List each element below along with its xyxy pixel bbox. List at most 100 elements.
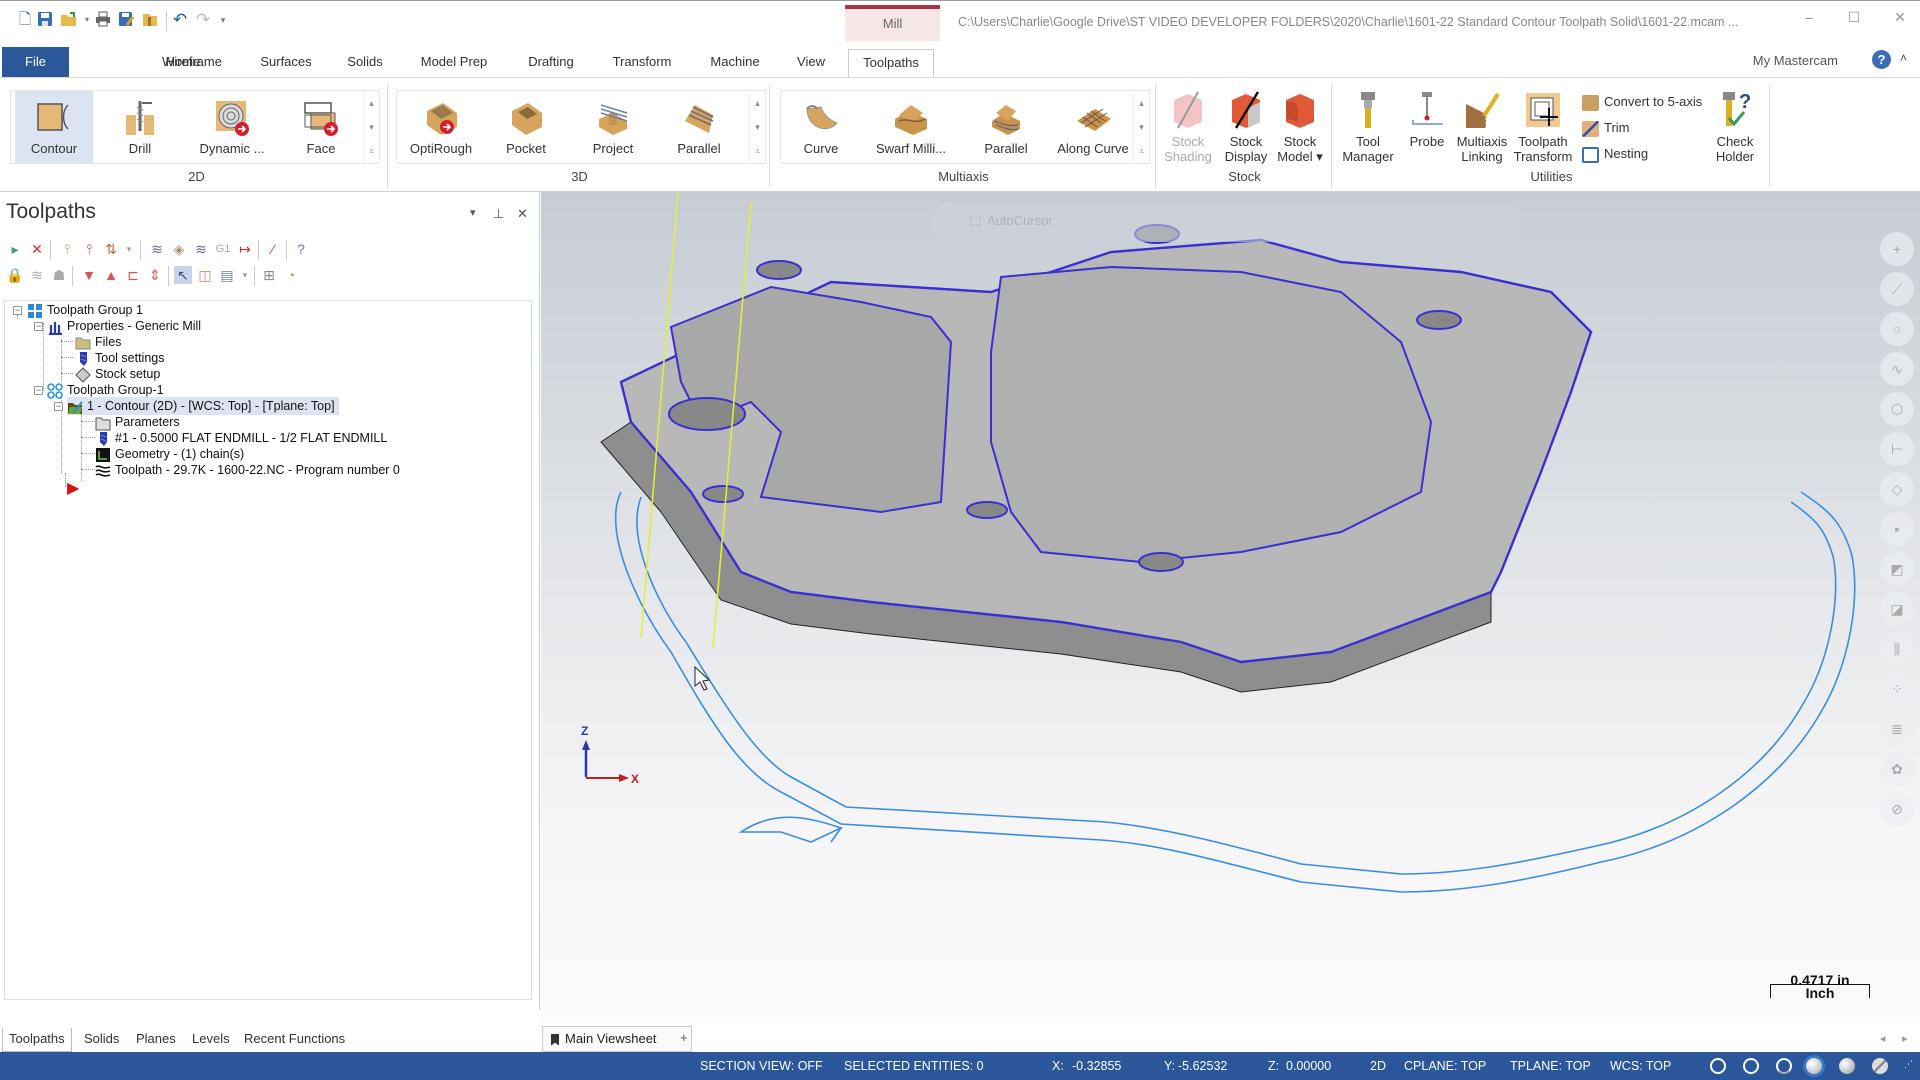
collapse-ribbon-icon[interactable]: ˄ xyxy=(1900,51,1907,65)
file-props-icon[interactable] xyxy=(141,11,159,29)
project-button[interactable]: Project xyxy=(573,91,653,163)
trim-button[interactable]: Trim xyxy=(1582,118,1630,138)
redo-icon[interactable]: ↷ xyxy=(194,11,212,29)
help-icon[interactable]: ? xyxy=(1872,50,1891,69)
backplot-icon[interactable]: ≋ xyxy=(148,240,166,258)
scroll-to-insert-icon[interactable]: ⇕ xyxy=(146,266,164,284)
gallery-multiaxis-scroll[interactable]: ▴ ▾ ⩡ xyxy=(1133,91,1149,163)
tab-recent-functions[interactable]: Recent Functions xyxy=(238,1028,351,1052)
mask-group-icon[interactable]: ◩ xyxy=(1880,552,1914,586)
collapse-toggle[interactable]: − xyxy=(13,306,22,315)
tab-surfaces[interactable]: Surfaces xyxy=(252,49,320,77)
mask-levels-icon[interactable]: ≣ xyxy=(1880,712,1914,746)
mask-solid-icon[interactable]: ◇ xyxy=(1880,472,1914,506)
mask-stock-icon[interactable]: ▪ xyxy=(1880,512,1914,546)
gallery-2d-scroll[interactable]: ▴ ▾ ⩡ xyxy=(363,91,379,163)
parallel-3d-button[interactable]: Parallel xyxy=(659,91,739,163)
clear-mask-icon[interactable]: ⊘ xyxy=(1880,792,1914,826)
mill-context-tab[interactable]: Mill xyxy=(845,5,940,41)
along-curve-button[interactable]: Along Curve xyxy=(1051,91,1135,163)
mask-spline-icon[interactable]: ∿ xyxy=(1880,352,1914,386)
scroll-up-icon[interactable]: ▴ xyxy=(1134,91,1149,115)
add-viewsheet-button[interactable]: + xyxy=(680,1030,688,1045)
tab-levels-manager[interactable]: Levels xyxy=(186,1028,236,1052)
mask-annotation-icon[interactable]: ⫼ xyxy=(1880,632,1914,666)
toolpath-editor-icon[interactable]: ⁄ xyxy=(264,240,282,258)
toolpath-transform-button[interactable]: Toolpath Transform xyxy=(1512,90,1574,164)
wireframe-view-icon[interactable] xyxy=(1710,1058,1726,1074)
expand-gallery-icon[interactable]: ⩡ xyxy=(364,139,379,163)
tab-drafting[interactable]: Drafting xyxy=(518,49,584,77)
my-mastercam-link[interactable]: My Mastercam xyxy=(1753,53,1838,68)
tab-planes-manager[interactable]: Planes xyxy=(130,1028,182,1052)
undo-icon[interactable]: ↶ xyxy=(171,11,189,29)
expand-gallery-icon[interactable]: ⩡ xyxy=(1134,139,1149,163)
maximize-button[interactable]: ☐ xyxy=(1842,9,1866,29)
toggle-display-icon[interactable]: ≋ xyxy=(28,266,46,284)
tab-toolpaths-manager[interactable]: Toolpaths xyxy=(2,1028,72,1052)
stock-properties-icon[interactable]: ◔ xyxy=(282,266,300,284)
tab-machine[interactable]: Machine xyxy=(700,49,770,77)
customize-icon[interactable]: ▾ xyxy=(214,11,232,29)
tab-solids-manager[interactable]: Solids xyxy=(78,1028,125,1052)
show-selected-icon[interactable]: ◫ xyxy=(196,266,214,284)
regenerate-selected-icon[interactable]: ⫯ xyxy=(58,240,76,258)
select-toolpath-mode-icon[interactable]: ↖ xyxy=(174,266,192,284)
shaded-no-edges-icon[interactable] xyxy=(1839,1058,1855,1074)
convert-to-5-axis-button[interactable]: Convert to 5-axis xyxy=(1582,92,1702,112)
ghost-icon[interactable]: ☗ xyxy=(50,266,68,284)
hidden-line-icon[interactable] xyxy=(1743,1058,1759,1074)
verify-icon[interactable]: ◈ xyxy=(170,240,188,258)
tab-view[interactable]: View xyxy=(790,49,832,77)
parallel-multiaxis-button[interactable]: Parallel xyxy=(965,91,1047,163)
gallery-3d-scroll[interactable]: ▴ ▾ ⩡ xyxy=(749,91,765,163)
mode-toggle[interactable]: 2D xyxy=(1370,1059,1386,1073)
save-icon[interactable] xyxy=(36,11,54,29)
move-up-icon[interactable]: ▲ xyxy=(102,266,120,284)
mask-surface-icon[interactable]: ⬡ xyxy=(1880,392,1914,426)
panel-pin-icon[interactable]: ⊥ xyxy=(493,206,504,222)
nesting-button[interactable]: Nesting xyxy=(1582,144,1648,164)
probe-button[interactable]: Probe xyxy=(1404,90,1450,149)
stock-display-button[interactable]: Stock Display xyxy=(1218,90,1274,164)
contour-button[interactable]: Contour xyxy=(15,91,93,163)
move-down-icon[interactable]: ▼ xyxy=(80,266,98,284)
panel-help-icon[interactable]: ? xyxy=(292,240,310,258)
close-button[interactable]: ✕ xyxy=(1888,9,1912,29)
tab-file[interactable]: File xyxy=(2,47,69,77)
simulate-icon[interactable]: ≋ xyxy=(192,240,210,258)
regenerate-dirty-icon[interactable]: ⫯ xyxy=(80,240,98,258)
collapse-toggle[interactable]: − xyxy=(34,386,43,395)
check-holder-button[interactable]: ? Check Holder xyxy=(1708,90,1762,164)
drill-button[interactable]: Drill xyxy=(101,91,179,163)
lock-icon[interactable]: 🔒 xyxy=(6,266,24,284)
scroll-up-icon[interactable]: ▴ xyxy=(750,91,765,115)
select-all-operations-icon[interactable]: ▸ xyxy=(6,240,24,258)
tab-wireframe[interactable]: Wireframe xyxy=(156,49,228,77)
wcs-status[interactable]: WCS: TOP xyxy=(1610,1059,1671,1073)
viewsheet-next-icon[interactable]: ▸ xyxy=(1902,1032,1908,1045)
tab-transform[interactable]: Transform xyxy=(604,49,680,77)
pocket-button[interactable]: Pocket xyxy=(487,91,565,163)
collapse-toggle[interactable]: − xyxy=(34,322,43,331)
graphics-viewport[interactable]: Z X AutoCursor ⬚ + ⟋ ○ ∿ ⬡ ⊢ ◇ ▪ ◩ ◪ ⫼ ⁘… xyxy=(541,192,1920,1018)
deselect-all-icon[interactable]: ✕ xyxy=(28,240,46,258)
dynamic-mill-button[interactable]: Dynamic ... xyxy=(187,91,277,163)
mask-mesh-icon[interactable]: ✿ xyxy=(1880,752,1914,786)
mask-result-icon[interactable]: ◪ xyxy=(1880,592,1914,626)
tab-toolpaths[interactable]: Toolpaths xyxy=(848,49,934,78)
mask-line-icon[interactable]: ⟋ xyxy=(1880,272,1914,306)
high-speed-check-icon[interactable]: ↦ xyxy=(236,240,254,258)
collapse-toggle[interactable]: − xyxy=(54,402,63,411)
scroll-down-icon[interactable]: ▾ xyxy=(1134,115,1149,139)
mask-dimension-icon[interactable]: ⊢ xyxy=(1880,432,1914,466)
display-options-icon[interactable]: ▤ xyxy=(218,266,236,284)
face-button[interactable]: Face xyxy=(283,91,359,163)
tree-item-toolpath[interactable]: Toolpath - 29.7K - 1600-22.NC - Program … xyxy=(95,461,400,479)
shaded-icon[interactable] xyxy=(1806,1058,1822,1074)
panel-close-icon[interactable]: ✕ xyxy=(517,206,528,222)
tab-solids[interactable]: Solids xyxy=(338,49,392,77)
main-viewsheet-tab[interactable]: Main Viewsheet xyxy=(542,1026,692,1052)
curve-button[interactable]: Curve xyxy=(785,91,857,163)
expand-gallery-icon[interactable]: ⩡ xyxy=(750,139,765,163)
